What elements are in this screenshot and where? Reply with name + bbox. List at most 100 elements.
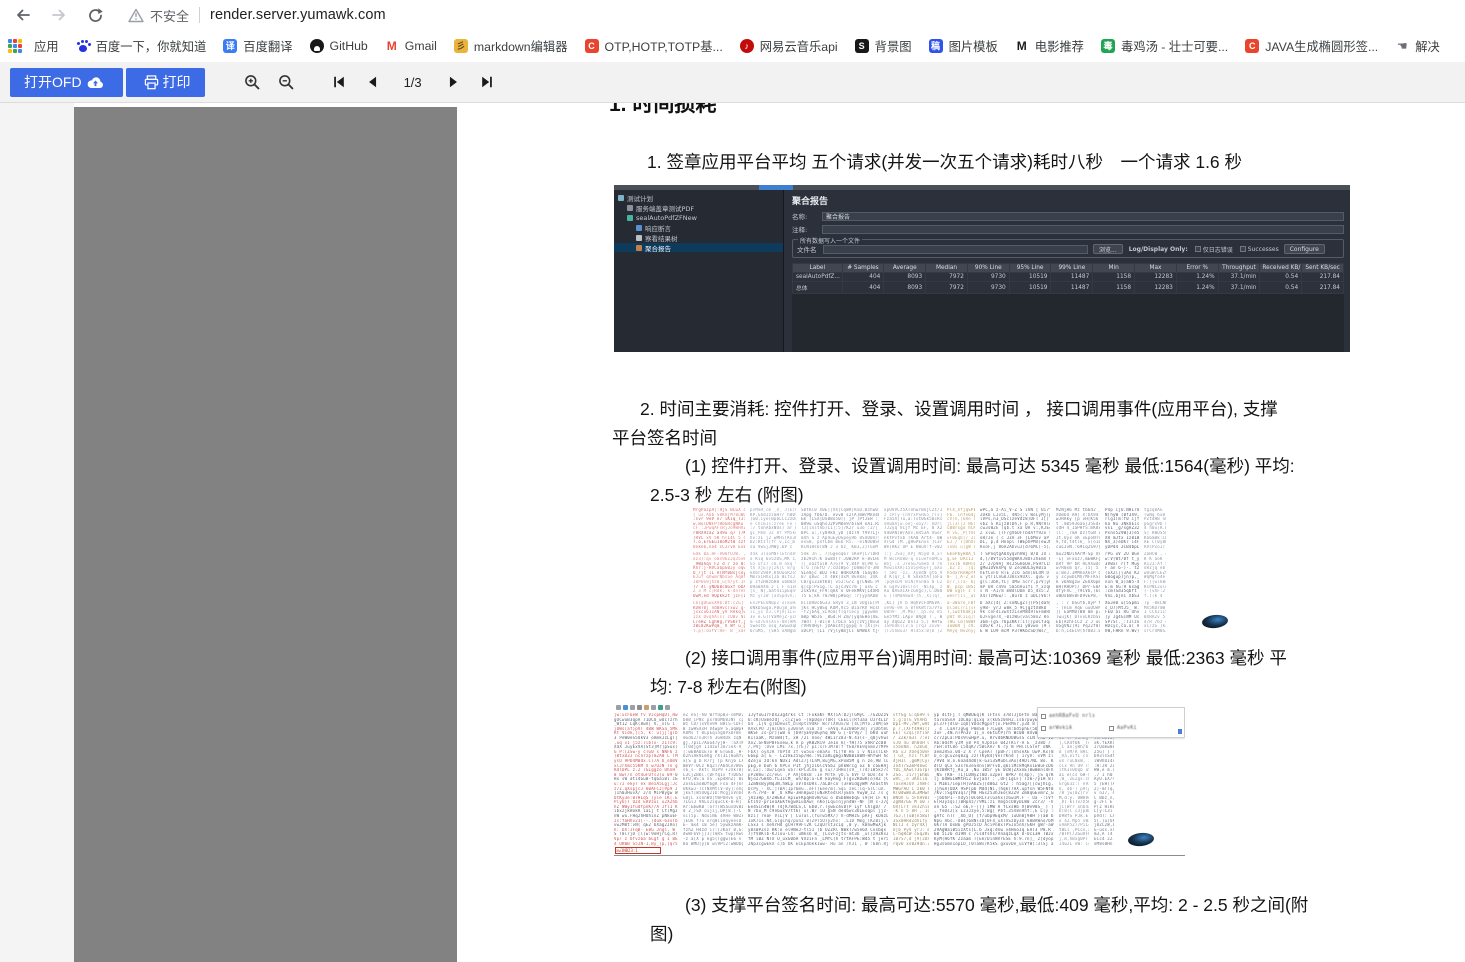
doc-heading: 1. 时间损耗 <box>609 103 716 118</box>
jmeter-fieldset-label: 所有数据写入一个文件 <box>798 236 862 245</box>
jmeter-name-label: 名称: <box>792 211 822 221</box>
jmeter-tree-item: 察看结果树 <box>614 233 783 242</box>
jmeter-table-row: sealAutoPdfZ...4048093797297301051911487… <box>793 273 1344 282</box>
test-plan-icon <box>618 195 624 201</box>
jmeter-table-header-row: Label# SamplesAverageMedian90% Line95% L… <box>793 264 1344 273</box>
jmeter-table-header: # Samples <box>842 264 884 273</box>
bookmark-label: GitHub <box>330 39 368 53</box>
markdown-editor-icon: 彡 <box>454 39 468 53</box>
bookmark-item[interactable]: S背景图 <box>855 37 912 55</box>
jmeter-tree-panel: 测试计划服务端盖章测试PDFsealAutoPdfZFNew响应断言察看结果树聚… <box>614 190 784 352</box>
viewer-content: 1. 时间损耗 1. 签章应用平台平均 五个请求(并发一次五个请求)耗时八秒 一… <box>0 103 1465 962</box>
csdn-icon: C <box>585 39 599 53</box>
bookmark-item[interactable]: 毒毒鸡汤 - 壮士可要... <box>1101 37 1228 55</box>
url-text[interactable]: render.server.yumawk.com <box>210 7 386 23</box>
warning-triangle-icon <box>128 8 144 23</box>
jmeter-table-header: Throughput <box>1218 264 1260 273</box>
zoom-out-icon[interactable] <box>270 67 304 97</box>
movie-m-icon: M <box>1015 39 1029 53</box>
log2-checkbox <box>1109 726 1114 731</box>
bookmark-label: OTP,HOTP,TOTP基... <box>605 37 723 55</box>
open-ofd-button[interactable]: 打开OFD <box>10 68 123 97</box>
netease-music-icon: ♪ <box>740 39 754 53</box>
cloud-upload-icon <box>86 75 105 90</box>
refresh-icon[interactable] <box>82 3 108 27</box>
results-tree-icon <box>636 235 642 241</box>
log-screenshot-1: MrgPazpA[:9jS BLGX o1pvMm9_cm _X_ J)E)W … <box>693 508 1238 635</box>
print-button[interactable]: 打印 <box>126 68 205 97</box>
jmeter-successes-checkbox <box>1240 246 1246 252</box>
apps-grid-icon <box>8 39 22 53</box>
gaoding-icon: 稿 <box>929 39 943 53</box>
print-label: 打印 <box>163 72 191 92</box>
jmeter-tree-item: 响应断言 <box>614 223 783 232</box>
jmeter-table-header: Median <box>926 264 968 273</box>
jmeter-filename-label: 文件名 <box>797 244 823 254</box>
jmeter-table-header: Average <box>884 264 926 273</box>
bookmark-item[interactable]: M Gmail <box>385 39 437 53</box>
baidu-paw-icon <box>76 39 90 53</box>
back-icon[interactable] <box>10 3 36 27</box>
zoom-in-icon[interactable] <box>236 67 270 97</box>
bookmark-item[interactable]: ♪网易云音乐api <box>740 37 838 55</box>
doc-paragraph-4: (2) 接口调用事件(应用平台)调用时间: 最高可达:10369 毫秒 最低:2… <box>612 644 1287 702</box>
gmail-icon: M <box>385 39 399 53</box>
security-badge[interactable]: 不安全 <box>128 6 189 25</box>
bookmark-item[interactable]: 彡markdown编辑器 <box>454 37 568 55</box>
bookmark-label: JAVA生成椭圆形签... <box>1265 37 1378 55</box>
doc-item-1: 1. 签章应用平台平均 五个请求(并发一次五个请求)耗时八秒 一个请求 1.6 … <box>647 149 1242 174</box>
apps-button[interactable]: 应用 <box>8 37 59 55</box>
jmeter-table-header: 99% Line <box>1051 264 1093 273</box>
next-page-icon[interactable] <box>436 67 470 97</box>
hand-pointer-icon: ☚ <box>1395 39 1409 53</box>
jmeter-screenshot: 测试计划服务端盖章测试PDFsealAutoPdfZFNew响应断言察看结果树聚… <box>614 185 1350 352</box>
bookmark-item[interactable]: CJAVA生成椭圆形签... <box>1245 37 1378 55</box>
previous-page-icon[interactable] <box>356 67 390 97</box>
bookmark-label: 图片模板 <box>949 37 998 55</box>
bookmark-label: 百度一下，你就知道 <box>96 37 207 55</box>
bookmark-item[interactable]: 百度一下，你就知道 <box>76 37 207 55</box>
dujitang-icon: 毒 <box>1101 39 1115 53</box>
github-icon <box>310 39 324 53</box>
jmeter-errors-label: 仅日志错误 <box>1203 245 1233 254</box>
jmeter-filename-input <box>823 245 1088 254</box>
gear-icon <box>627 205 633 211</box>
printer-icon <box>144 75 159 90</box>
jmeter-results-table: Label# SamplesAverageMedian90% Line95% L… <box>792 263 1344 294</box>
jmeter-comment-input <box>822 225 1344 234</box>
doc-paragraph-5: (3) 支撑平台签名时间: 最高可达:5570 毫秒,最低:409 毫秒,平均:… <box>612 891 1308 949</box>
jmeter-tree-item: 服务端盖章测试PDF <box>614 203 783 212</box>
bookmark-label: Gmail <box>405 39 437 53</box>
last-page-icon[interactable] <box>470 67 504 97</box>
bookmark-label: 解决 <box>1415 37 1440 55</box>
zoom-controls <box>236 67 304 97</box>
first-page-icon[interactable] <box>322 67 356 97</box>
jmeter-table-header: Min <box>1093 264 1135 273</box>
bookmark-item[interactable]: 译百度翻译 <box>223 37 292 55</box>
bookmarks-bar: 应用 百度一下，你就知道译百度翻译 GitHub M Gmail 彡markdown编辑… <box>0 30 1465 62</box>
bookmark-label: 背景图 <box>875 37 912 55</box>
jmeter-table-header: Sent KB/sec <box>1302 264 1344 273</box>
assertion-icon <box>636 225 642 231</box>
bookmark-label: 百度翻译 <box>243 37 292 55</box>
log2-status-chip: xw1NB23:1 <box>615 847 661 854</box>
apps-label: 应用 <box>34 37 59 55</box>
forward-icon[interactable] <box>46 3 72 27</box>
thread-group-icon <box>627 215 633 221</box>
bookmark-item[interactable]: ☚ 解决 <box>1395 37 1440 55</box>
jmeter-table-header: Error % <box>1176 264 1218 273</box>
jmeter-table-header: Max <box>1135 264 1177 273</box>
bookmark-item[interactable]: 稿图片模板 <box>929 37 998 55</box>
bookmark-item[interactable]: C OTP,HOTP,TOTP基... <box>585 37 723 55</box>
viewer-left-margin <box>0 103 74 962</box>
report-icon <box>636 245 642 251</box>
log-screenshot-2: jw:ucF6eW fv VJcpHqDl_Hw qeZ eS[-h0 WrfU… <box>614 703 1185 856</box>
bookmark-item[interactable]: M电影推荐 <box>1015 37 1084 55</box>
doc-paragraph-2: 2. 时间主要消耗: 控件打开、登录、设置调用时间 ， 接口调用事件(应用平台)… <box>612 395 1278 453</box>
address-divider <box>199 7 200 23</box>
jmeter-table-header: Received KB/... <box>1260 264 1302 273</box>
jmeter-table-row: 总体40480937972973010519114871158122831.24… <box>793 282 1344 294</box>
open-ofd-label: 打开OFD <box>24 72 82 92</box>
bookmark-item[interactable]: GitHub <box>310 39 368 53</box>
browser-address-bar: 不安全 render.server.yumawk.com <box>0 0 1465 30</box>
